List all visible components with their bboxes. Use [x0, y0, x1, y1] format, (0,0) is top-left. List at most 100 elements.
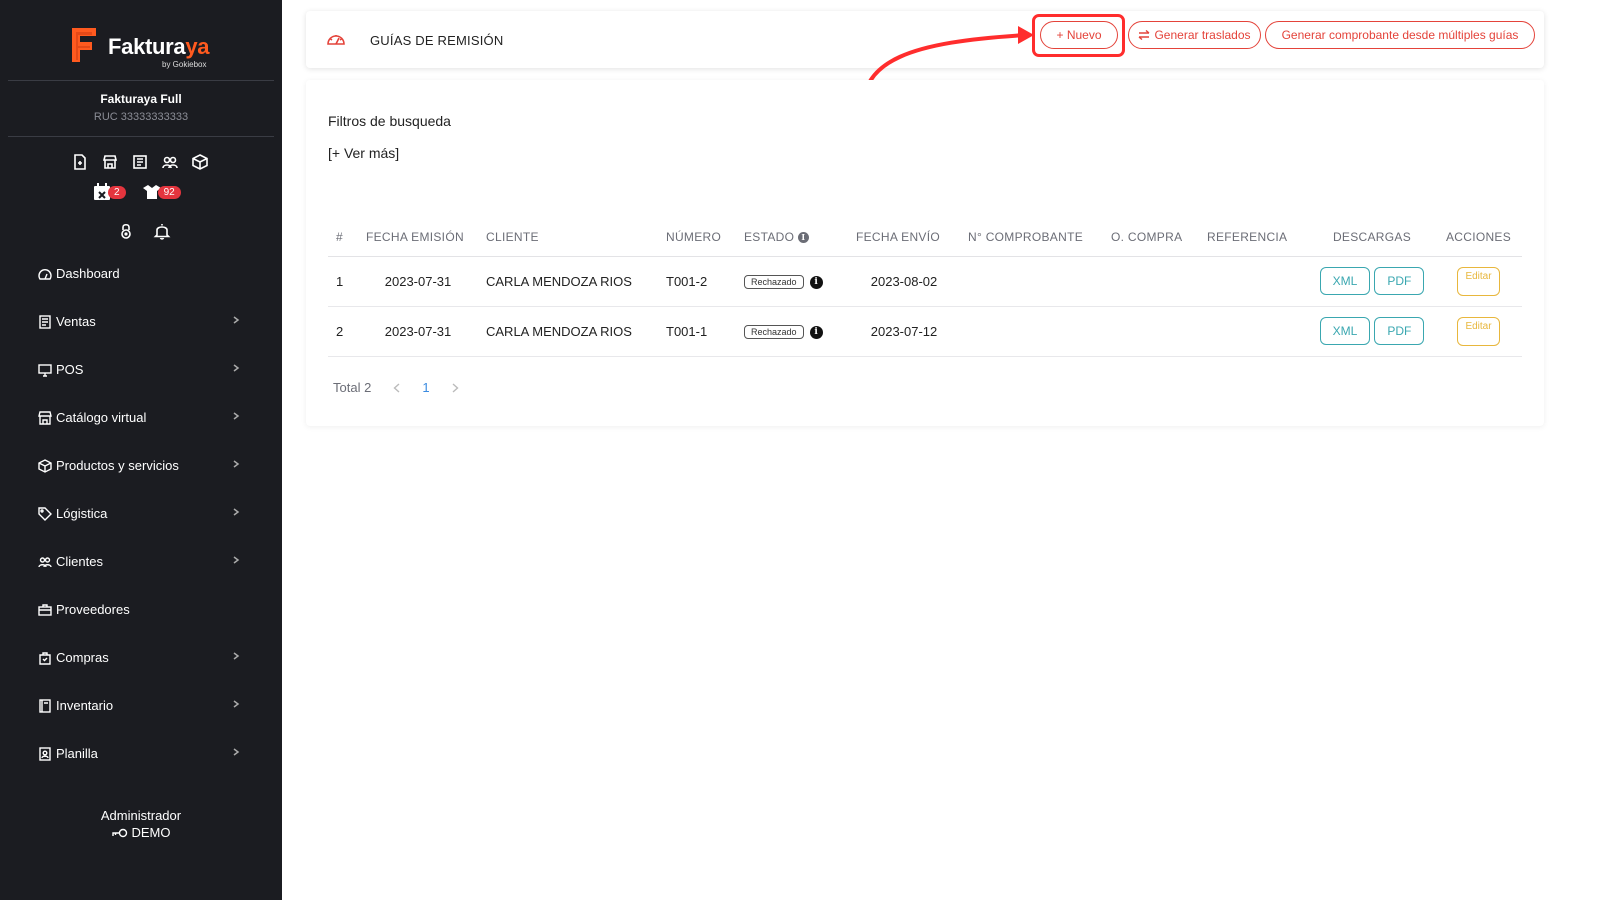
dashboard-icon	[327, 35, 345, 45]
users-icon[interactable]	[162, 154, 178, 170]
row-voucher	[960, 256, 1103, 307]
col-number: #	[328, 218, 358, 257]
sidebar-item-label: Lógistica	[56, 506, 108, 521]
divider	[8, 136, 274, 137]
boxes-alerts[interactable]: 92	[142, 182, 181, 202]
sidebar-item-label: Dashboard	[56, 266, 120, 281]
row-number: 1	[328, 256, 358, 307]
sidebar-item-clientes[interactable]: Clientes	[38, 550, 248, 598]
chevron-right-icon	[233, 700, 240, 708]
sidebar-item-label: Planilla	[56, 746, 98, 761]
download-pdf-button[interactable]: PDF	[1374, 317, 1425, 345]
brand-logo[interactable]: Fakturaya by Gokiebox	[66, 24, 226, 72]
table-header-row: # FECHA EMISIÓN CLIENTE NÚMERO ESTADO i …	[328, 218, 1522, 257]
download-xml-button[interactable]: XML	[1319, 267, 1371, 295]
chevron-left-icon[interactable]	[393, 382, 400, 393]
row-status: Rechazado i	[736, 256, 848, 307]
row-reference	[1199, 256, 1309, 307]
show-more-filters-link[interactable]: [+ Ver más]	[328, 145, 399, 161]
col-send-date: FECHA ENVÍO	[848, 218, 960, 257]
row-voucher	[960, 306, 1103, 357]
row-status: Rechazado i	[736, 306, 848, 357]
user-panel: Administrador DEMO	[0, 808, 282, 840]
boxes-count-badge: 92	[157, 185, 181, 199]
brand-tagline: by Gokiebox	[162, 60, 207, 69]
generate-voucher-multiple-button[interactable]: Generar comprobante desde múltiples guía…	[1265, 21, 1535, 49]
sidebar-item-productos-y-servicios[interactable]: Productos y servicios	[38, 454, 248, 502]
download-xml-button[interactable]: XML	[1319, 317, 1371, 345]
row-purchase-order	[1103, 256, 1199, 307]
row-actions: Editar	[1435, 306, 1522, 357]
user-account[interactable]: DEMO	[0, 825, 282, 840]
brand-mark-icon	[72, 28, 96, 62]
swap-arrows-icon	[1139, 30, 1150, 40]
document-icon[interactable]	[72, 154, 88, 170]
new-guide-button[interactable]: + Nuevo	[1040, 21, 1118, 49]
chevron-right-icon	[233, 364, 240, 372]
row-issue-date: 2023-07-31	[358, 306, 478, 357]
chevron-right-icon	[233, 748, 240, 756]
row-send-date: 2023-07-12	[848, 306, 960, 357]
sidebar-item-label: Compras	[56, 650, 109, 665]
sidebar-item-label: Catálogo virtual	[56, 410, 147, 425]
sidebar-item-label: Proveedores	[56, 602, 130, 617]
sidebar-item-proveedores[interactable]: Proveedores	[38, 598, 248, 646]
quick-access-bar	[72, 154, 208, 170]
chevron-right-icon	[233, 652, 240, 660]
sidebar-item-catalogo-virtual[interactable]: Catálogo virtual	[38, 406, 248, 454]
row-number: 2	[328, 306, 358, 357]
col-reference: REFERENCIA	[1199, 218, 1309, 257]
info-icon[interactable]: i	[809, 275, 823, 289]
row-doc-number: T001-2	[658, 256, 736, 307]
tag-icon	[38, 507, 52, 521]
lock-icon[interactable]	[117, 222, 135, 240]
col-purchase-order: O. COMPRA	[1103, 218, 1199, 257]
bell-icon[interactable]	[153, 222, 171, 240]
info-icon[interactable]: i	[809, 325, 823, 339]
sidebar-item-ventas[interactable]: Ventas	[38, 310, 248, 358]
company-name: Fakturaya Full	[100, 92, 182, 106]
user-role: Administrador	[100, 808, 182, 823]
col-actions: ACCIONES	[1435, 218, 1522, 257]
box-icon	[38, 459, 52, 473]
row-downloads: XML PDF	[1309, 306, 1435, 357]
chevron-right-icon[interactable]	[452, 382, 459, 393]
users-icon	[38, 557, 52, 568]
info-icon[interactable]: i	[797, 232, 809, 244]
sidebar-item-pos[interactable]: POS	[38, 358, 248, 406]
guides-table: # FECHA EMISIÓN CLIENTE NÚMERO ESTADO i …	[328, 218, 1522, 357]
book-icon	[39, 699, 51, 713]
calendar-count-badge: 2	[108, 185, 126, 199]
sidebar-item-planilla[interactable]: Planilla	[38, 742, 248, 790]
key-icon	[111, 828, 127, 837]
table-row: 2 2023-07-31 CARLA MENDOZA RIOS T001-1 Recha…	[328, 306, 1522, 357]
row-doc-number: T001-1	[658, 306, 736, 357]
table-row: 1 2023-07-31 CARLA MENDOZA RIOS T001-2 Recha…	[328, 256, 1522, 307]
sidebar-item-compras[interactable]: Compras	[38, 646, 248, 694]
download-pdf-button[interactable]: PDF	[1374, 267, 1425, 295]
chevron-right-icon	[233, 316, 240, 324]
sidebar-item-label: Clientes	[56, 554, 103, 569]
chevron-right-icon	[233, 556, 240, 564]
pagination-total: Total 2	[333, 380, 372, 395]
filters-title: Filtros de busqueda	[328, 113, 451, 129]
calendar-alerts[interactable]: 2	[92, 182, 126, 202]
user-name: DEMO	[131, 825, 171, 840]
bag-icon	[39, 652, 51, 665]
edit-button[interactable]: Editar	[1457, 316, 1500, 346]
col-voucher: N° COMPROBANTE	[960, 218, 1103, 257]
row-actions: Editar	[1435, 256, 1522, 307]
main-menu: Dashboard Ventas POS Catálogo virtual Produc…	[38, 262, 248, 790]
guides-panel: Filtros de busqueda [+ Ver más] # FECHA …	[306, 80, 1544, 426]
receipt-icon[interactable]	[132, 154, 148, 170]
row-downloads: XML PDF	[1309, 256, 1435, 307]
sidebar-item-inventario[interactable]: Inventario	[38, 694, 248, 742]
row-client: CARLA MENDOZA RIOS	[478, 256, 658, 307]
pagination-current-page[interactable]: 1	[422, 380, 429, 395]
sidebar-item-dashboard[interactable]: Dashboard	[38, 262, 248, 310]
store-icon[interactable]	[102, 154, 118, 170]
edit-button[interactable]: Editar	[1457, 266, 1500, 296]
box-icon[interactable]	[192, 154, 208, 170]
sidebar-item-logistica[interactable]: Lógistica	[38, 502, 248, 550]
generate-transfers-button[interactable]: Generar traslados	[1128, 21, 1261, 49]
